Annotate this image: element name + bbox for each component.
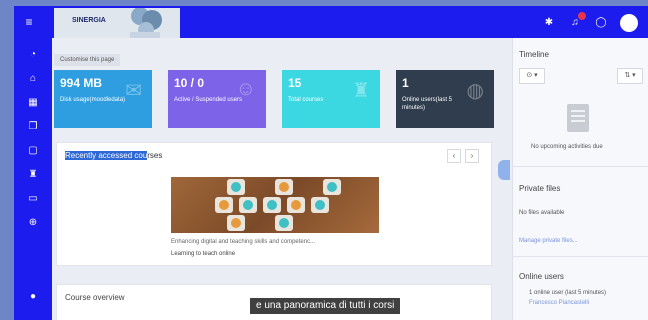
divider [513, 166, 648, 167]
timeline-title: Timeline [519, 50, 549, 59]
chat-icon[interactable]: ◯ [594, 16, 608, 30]
folder-icon[interactable]: ▭ [26, 192, 40, 206]
stat-label: Active / Suspended users [174, 97, 243, 103]
cube-decoration [227, 215, 245, 231]
cube-decoration [287, 197, 305, 213]
online-users-count: 1 online user (last 5 minutes) [529, 290, 607, 296]
no-activities-icon [567, 104, 589, 132]
video-subtitle: e una panoramica di tutti i corsi [250, 298, 401, 314]
cube-decoration [263, 197, 281, 213]
top-icons: ✱ ♫ ◯ [542, 12, 638, 32]
stat-value: 10 / 0 [174, 76, 205, 90]
course-description[interactable]: Enhancing digital and teaching skills an… [171, 239, 381, 245]
bell-icon[interactable]: ♫ [568, 12, 586, 30]
lock-icon[interactable]: ▢ [26, 144, 40, 158]
course-image[interactable] [171, 177, 379, 233]
private-files-title: Private files [519, 184, 561, 193]
customise-page-button[interactable]: Customise this page [54, 54, 121, 66]
course-category: Learning to teach online [171, 251, 236, 257]
drawer-toggle-handle[interactable] [498, 160, 510, 180]
cube-decoration [311, 197, 329, 213]
carousel-next-button[interactable]: › [465, 149, 479, 163]
divider [513, 256, 648, 257]
calendar-icon[interactable]: ▦ [26, 96, 40, 110]
graduation-cap-icon: ♜ [352, 80, 370, 102]
stat-card-users[interactable]: 10 / 0 Active / Suspended users ☺ [168, 70, 266, 128]
menu-icon[interactable]: ≡ [22, 15, 36, 29]
timeline-filter-dropdown[interactable]: ⊙ ▾ [519, 68, 545, 84]
cube-decoration [227, 179, 245, 195]
no-files-text: No files available [519, 210, 565, 216]
settings-icon[interactable]: ✱ [542, 16, 556, 30]
browser-viewport: ≡ SINERGIA ✱ ♫ ◯ ◔ ⌂ ▦ ❐ ▢ ♜ ▭ ⊕ ● Custo… [14, 6, 648, 320]
stat-value: 15 [288, 76, 302, 90]
user-avatar[interactable] [620, 14, 638, 32]
no-activities-text: No upcoming activities due [531, 144, 603, 150]
recently-accessed-courses-block: Recently accessed courses ‹ › Enhancing … [56, 142, 492, 266]
block-title: Course overview [65, 293, 125, 302]
sidebar-nav: ◔ ⌂ ▦ ❐ ▢ ♜ ▭ ⊕ ● [14, 38, 52, 320]
globe-icon: ◍ [466, 80, 484, 102]
title-rest-text: rses [147, 151, 163, 160]
manage-private-files-link[interactable]: Manage private files... [519, 238, 578, 244]
plus-icon[interactable]: ⊕ [26, 216, 40, 230]
graduation-icon[interactable]: ♜ [26, 168, 40, 182]
logo-art [130, 8, 162, 38]
main-content: Customise this page 994 MB Disk usage(mo… [52, 38, 512, 320]
selected-title-text: Recently accessed cou [65, 151, 148, 160]
right-block-drawer: Timeline ⊙ ▾ ⇅ ▾ No upcoming activities … [512, 38, 648, 320]
block-title: Recently accessed courses [65, 151, 162, 160]
stat-value: 1 [402, 76, 409, 90]
site-admin-icon[interactable]: ● [26, 290, 40, 304]
cube-decoration [275, 179, 293, 195]
cube-decoration [323, 179, 341, 195]
timeline-sort-dropdown[interactable]: ⇅ ▾ [617, 68, 643, 84]
stat-card-disk-usage[interactable]: 994 MB Disk usage(moodledata) ✉ [54, 70, 152, 128]
cube-decoration [215, 197, 233, 213]
stat-card-online-users[interactable]: 1 Online users(last 5 minutes) ◍ [396, 70, 494, 128]
files-icon[interactable]: ❐ [26, 120, 40, 134]
online-user-link[interactable]: Francesco Piancastelli [529, 300, 589, 306]
home-icon[interactable]: ⌂ [26, 72, 40, 86]
stat-label: Online users(last 5 minutes) [402, 97, 453, 111]
envelope-icon: ✉ [125, 80, 142, 102]
dashboard-icon[interactable]: ◔ [26, 48, 40, 62]
online-users-title: Online users [519, 272, 564, 281]
cube-decoration [275, 215, 293, 231]
cube-decoration [239, 197, 257, 213]
stat-label: Disk usage(moodledata) [60, 97, 126, 103]
notification-badge [578, 12, 586, 20]
carousel-prev-button[interactable]: ‹ [447, 149, 461, 163]
top-navbar: ≡ SINERGIA ✱ ♫ ◯ [14, 6, 648, 38]
user-icon: ☺ [235, 78, 256, 100]
stat-label: Total courses [288, 97, 324, 103]
site-logo[interactable]: SINERGIA [54, 8, 180, 38]
stat-value: 994 MB [60, 76, 103, 90]
logo-text: SINERGIA [72, 17, 106, 24]
stat-card-courses[interactable]: 15 Total courses ♜ [282, 70, 380, 128]
